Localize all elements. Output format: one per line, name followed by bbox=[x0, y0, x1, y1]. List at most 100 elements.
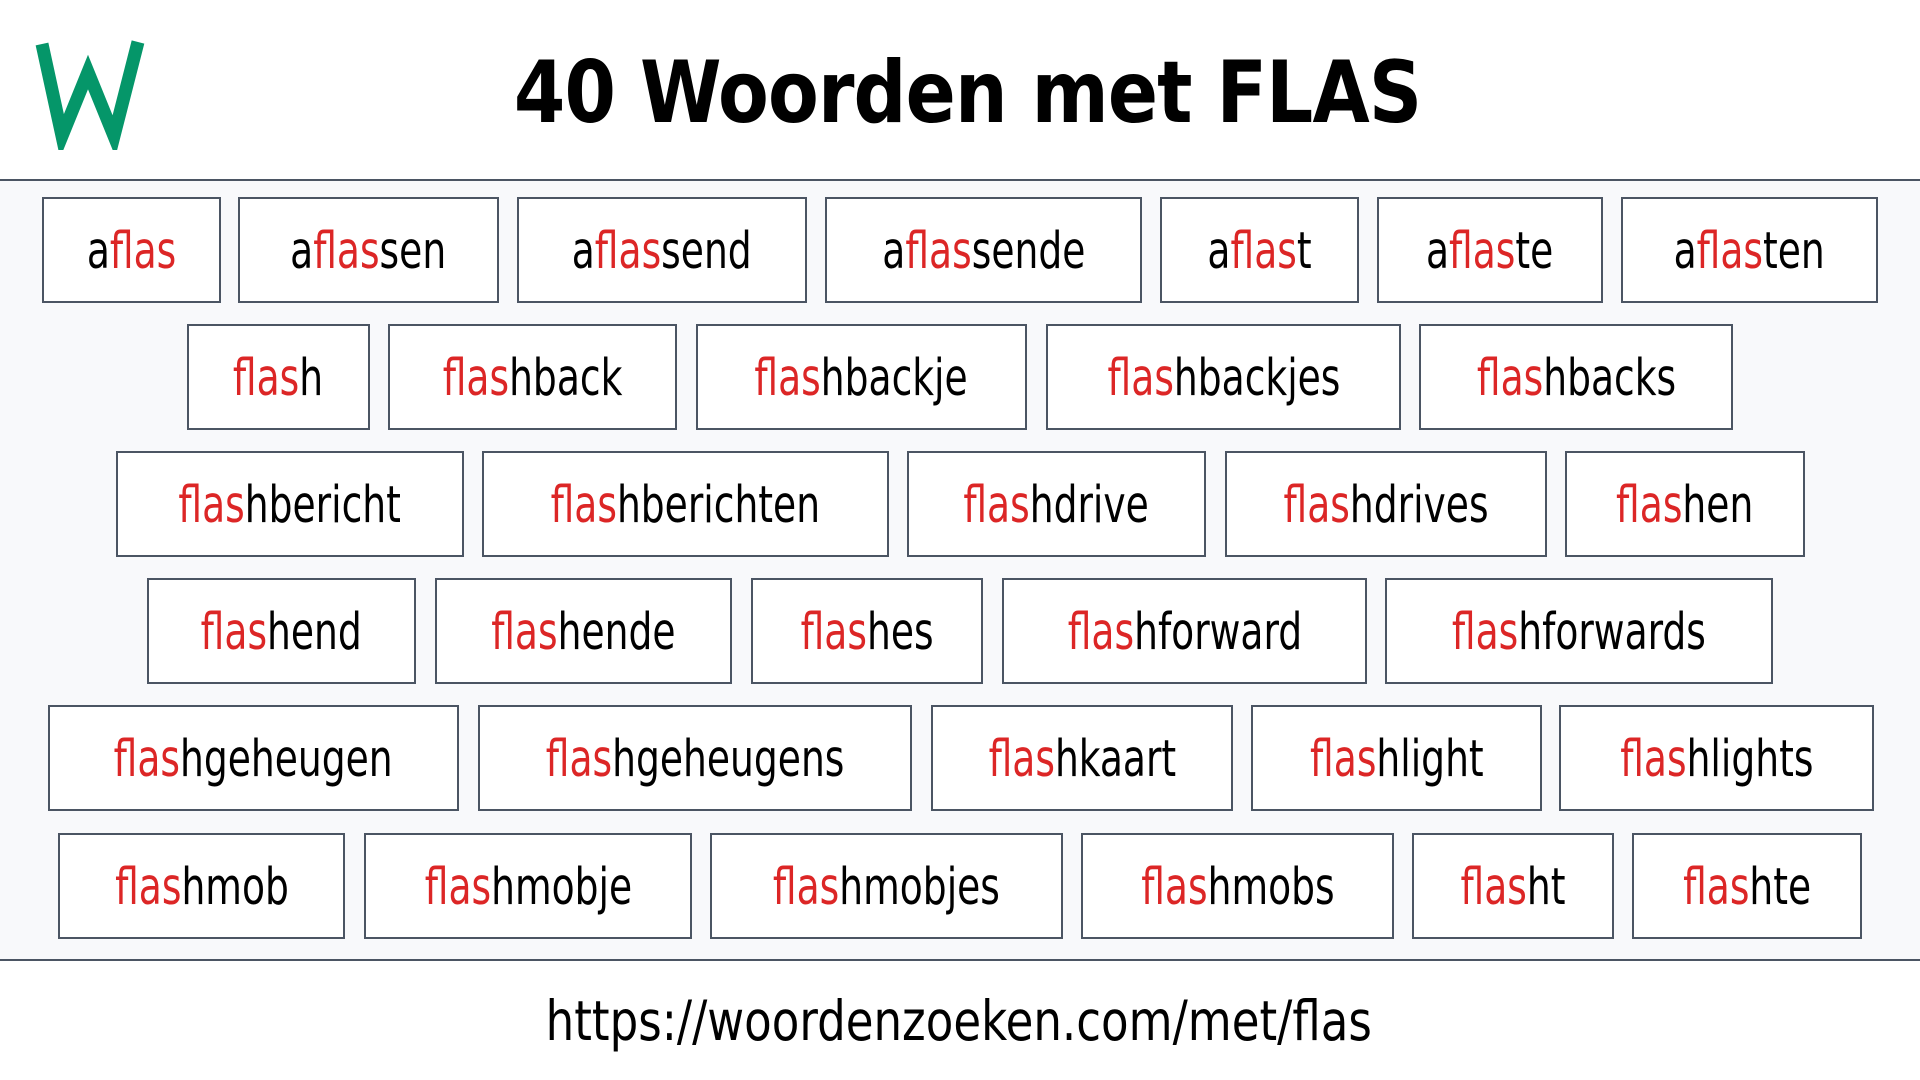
header: 40 Woorden met FLAS bbox=[0, 0, 1920, 179]
word-highlight: flas bbox=[772, 858, 840, 917]
word-card[interactable]: aflassen bbox=[238, 197, 499, 303]
word-card[interactable]: flashes bbox=[751, 578, 983, 684]
word-text: flashmobjes bbox=[773, 858, 1000, 918]
word-text: flashlights bbox=[1620, 730, 1813, 790]
word-text: flashen bbox=[1616, 476, 1753, 536]
word-card[interactable]: flashbacks bbox=[1419, 324, 1733, 430]
word-card[interactable]: flashend bbox=[147, 578, 416, 684]
word-prefix: a bbox=[1207, 222, 1231, 281]
word-highlight: flas bbox=[1140, 858, 1208, 917]
word-suffix: sen bbox=[379, 222, 447, 281]
word-suffix: hlights bbox=[1686, 730, 1814, 789]
word-text: flashgeheugens bbox=[546, 730, 845, 790]
word-highlight: flas bbox=[988, 730, 1055, 789]
word-card[interactable]: flashbackje bbox=[696, 324, 1027, 430]
word-grid: aflas aflassen aflassend aflassende aflast af… bbox=[0, 181, 1920, 959]
word-highlight: flas bbox=[178, 476, 246, 535]
word-card[interactable]: flashbericht bbox=[116, 451, 464, 557]
word-highlight: flas bbox=[1460, 858, 1527, 917]
title-container: 40 Woorden met FLAS bbox=[0, 0, 1920, 179]
word-card[interactable]: flashdrives bbox=[1225, 451, 1547, 557]
word-card[interactable]: flashforward bbox=[1002, 578, 1367, 684]
word-card[interactable]: flashende bbox=[435, 578, 732, 684]
word-highlight: flas bbox=[545, 730, 613, 789]
page-title: 40 Woorden met FLAS bbox=[513, 43, 1422, 143]
word-card[interactable]: flashen bbox=[1565, 451, 1805, 557]
word-card[interactable]: flashlight bbox=[1251, 705, 1542, 811]
word-text: flashmobje bbox=[424, 858, 631, 918]
word-text: flashes bbox=[801, 603, 934, 663]
word-card[interactable]: flashmob bbox=[58, 833, 345, 939]
word-card[interactable]: aflast bbox=[1160, 197, 1359, 303]
word-card[interactable]: flashlights bbox=[1559, 705, 1874, 811]
word-suffix: hmobs bbox=[1207, 858, 1335, 917]
word-card[interactable]: flashkaart bbox=[931, 705, 1233, 811]
word-card[interactable]: flashgeheugens bbox=[478, 705, 912, 811]
word-text: flashmob bbox=[115, 858, 289, 918]
word-suffix: hforward bbox=[1133, 603, 1302, 662]
footer-url-link[interactable]: https://woordenzoeken.com/met/flas bbox=[172, 986, 1746, 1056]
word-highlight: flas bbox=[800, 603, 867, 662]
word-card[interactable]: flashforwards bbox=[1385, 578, 1773, 684]
word-suffix: hbericht bbox=[245, 476, 402, 535]
word-suffix: t bbox=[1296, 222, 1312, 281]
word-highlight: flas bbox=[1476, 349, 1543, 408]
word-suffix: hdrive bbox=[1030, 476, 1150, 535]
word-card[interactable]: flashback bbox=[388, 324, 677, 430]
word-highlight: flas bbox=[1230, 222, 1297, 281]
word-card[interactable]: flashgeheugen bbox=[48, 705, 459, 811]
word-suffix: ten bbox=[1763, 222, 1826, 281]
word-suffix: hmobjes bbox=[839, 858, 1000, 917]
word-card[interactable]: flasht bbox=[1412, 833, 1614, 939]
word-text: aflassende bbox=[882, 222, 1085, 282]
word-highlight: flas bbox=[1107, 349, 1174, 408]
word-card[interactable]: flashmobs bbox=[1081, 833, 1394, 939]
word-suffix: hgeheugen bbox=[180, 730, 394, 789]
word-highlight: flas bbox=[442, 349, 510, 408]
word-card[interactable]: aflaste bbox=[1377, 197, 1603, 303]
word-text: flashlight bbox=[1310, 730, 1484, 790]
word-suffix: hes bbox=[866, 603, 934, 662]
word-text: flashforwards bbox=[1452, 603, 1706, 663]
word-text: flashgeheugen bbox=[114, 730, 393, 790]
word-card[interactable]: flash bbox=[187, 324, 370, 430]
word-text: flashdrive bbox=[964, 476, 1149, 536]
word-highlight: flas bbox=[754, 349, 822, 408]
word-text: flashmobs bbox=[1141, 858, 1334, 918]
word-highlight: flas bbox=[1067, 603, 1134, 662]
word-text: aflast bbox=[1207, 222, 1311, 282]
word-highlight: flas bbox=[595, 222, 662, 281]
word-suffix: hend bbox=[267, 603, 363, 662]
word-highlight: flas bbox=[109, 222, 177, 281]
word-highlight: flas bbox=[1283, 476, 1350, 535]
word-card[interactable]: flashmobjes bbox=[710, 833, 1063, 939]
word-highlight: flas bbox=[1619, 730, 1687, 789]
word-prefix: a bbox=[86, 222, 110, 281]
word-card[interactable]: flashberichten bbox=[482, 451, 889, 557]
word-card[interactable]: flashte bbox=[1632, 833, 1862, 939]
word-card[interactable]: flashmobje bbox=[364, 833, 692, 939]
word-text: flashbacks bbox=[1476, 349, 1675, 409]
word-text: aflaste bbox=[1426, 222, 1553, 282]
word-prefix: a bbox=[881, 222, 906, 281]
word-card[interactable]: aflasten bbox=[1621, 197, 1878, 303]
word-suffix: hende bbox=[557, 603, 676, 662]
word-suffix: te bbox=[1515, 222, 1554, 281]
word-card[interactable]: aflassende bbox=[825, 197, 1142, 303]
word-highlight: flas bbox=[424, 858, 491, 917]
word-card[interactable]: aflassend bbox=[517, 197, 807, 303]
word-suffix: send bbox=[661, 222, 752, 281]
footer-divider bbox=[0, 959, 1920, 961]
word-suffix: ht bbox=[1526, 858, 1566, 917]
word-highlight: flas bbox=[491, 603, 558, 662]
word-suffix: hforwards bbox=[1518, 603, 1706, 662]
word-highlight: flas bbox=[963, 476, 1031, 535]
word-text: flashdrives bbox=[1283, 476, 1488, 536]
word-suffix: hback bbox=[509, 349, 623, 408]
word-card[interactable]: flashbackjes bbox=[1046, 324, 1401, 430]
word-highlight: flas bbox=[313, 222, 380, 281]
word-card[interactable]: aflas bbox=[42, 197, 221, 303]
word-suffix: sende bbox=[971, 222, 1086, 281]
word-highlight: flas bbox=[114, 858, 181, 917]
word-card[interactable]: flashdrive bbox=[907, 451, 1206, 557]
